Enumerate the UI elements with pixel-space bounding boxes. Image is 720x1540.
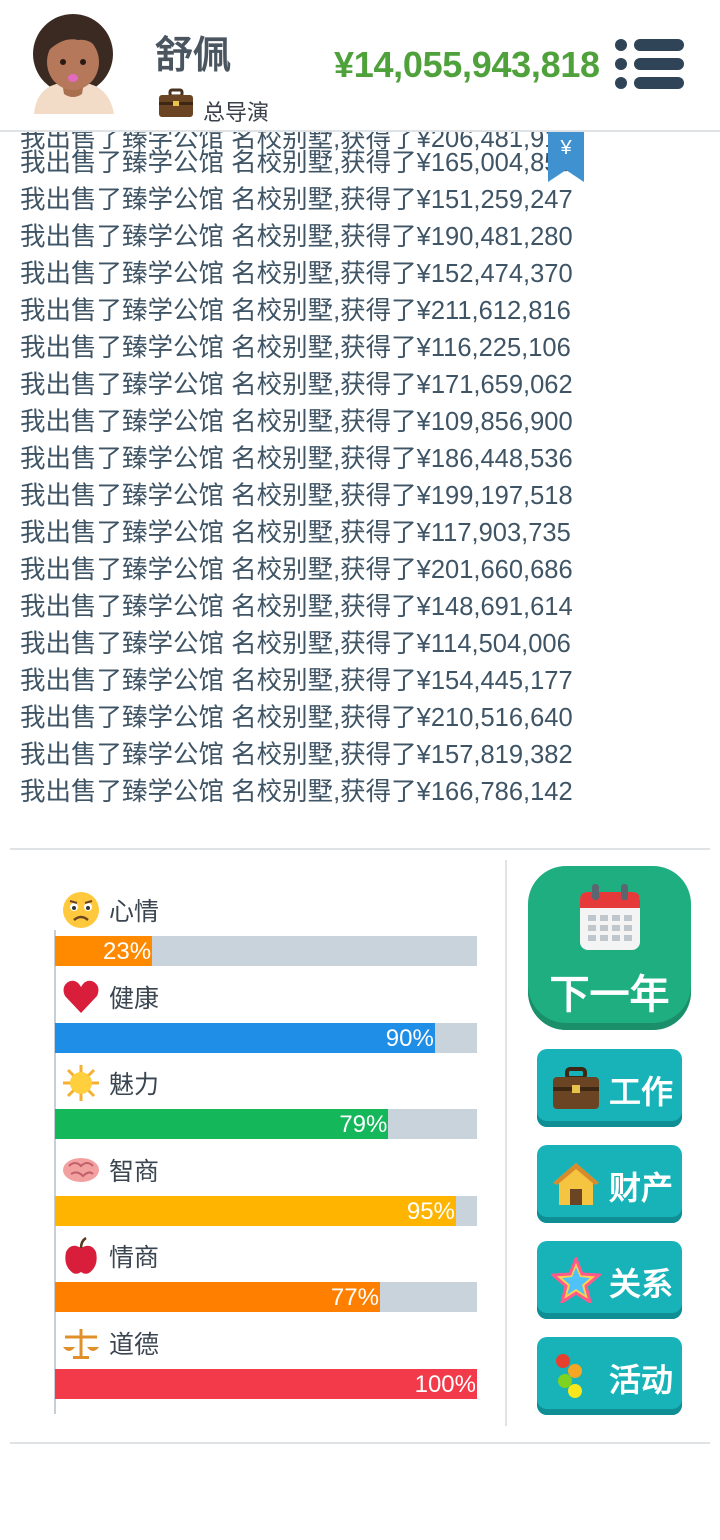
stat-bar-fill: 23% <box>55 936 153 966</box>
work-label: 工作 <box>609 1074 674 1110</box>
activities-label: 活动 <box>609 1362 674 1398</box>
divider <box>10 848 710 850</box>
stat-bar-track: 77% <box>55 1282 477 1312</box>
log-line: 我出售了臻学公馆 名校别墅,获得了¥201,660,686 <box>20 556 573 584</box>
log-line: 我出售了臻学公馆 名校别墅,获得了¥154,445,177 <box>20 667 573 695</box>
stat-bar-track: 100% <box>55 1369 477 1399</box>
stat-label: 道德 <box>109 1331 160 1359</box>
event-log[interactable]: 我出售了臻学公馆 名校别墅,获得了¥206,481,918 我出售了臻学公馆 名… <box>0 132 720 812</box>
brain-icon <box>63 1158 99 1182</box>
stat-value: 100% <box>414 1371 476 1398</box>
stat-bar-track: 23% <box>55 936 477 966</box>
stat-header: 道德 <box>61 1323 159 1363</box>
log-line: 我出售了臻学公馆 名校别墅,获得了¥190,481,280 <box>20 223 573 251</box>
stat-value: 95% <box>406 1198 455 1225</box>
stat-eq: 情商 77% <box>55 1236 477 1320</box>
stat-bar-fill: 100% <box>55 1369 477 1399</box>
stat-charm: 魅力 79% <box>55 1063 477 1147</box>
top-header: 舒佩 总导演 ¥14,055,943,818 <box>0 0 720 132</box>
stat-value: 79% <box>339 1111 388 1138</box>
log-line: 我出售了臻学公馆 名校别墅,获得了¥199,197,518 <box>20 482 573 510</box>
worried-face-icon <box>63 892 99 928</box>
relations-label: 关系 <box>609 1266 674 1302</box>
activities-button[interactable]: 活动 <box>537 1337 682 1415</box>
stat-label: 智商 <box>109 1158 160 1186</box>
log-line: 我出售了臻学公馆 名校别墅,获得了¥109,856,900 <box>20 408 573 436</box>
stat-header: 智商 <box>61 1150 159 1190</box>
stat-header: 魅力 <box>61 1063 159 1103</box>
stat-morality: 道德 100% <box>55 1323 477 1407</box>
stat-bar-fill: 90% <box>55 1023 435 1053</box>
activity-dots-icon <box>556 1354 582 1398</box>
work-button[interactable]: 工作 <box>537 1049 682 1127</box>
stat-mood: 心情 23% <box>55 890 477 974</box>
stat-label: 情商 <box>109 1244 160 1272</box>
bookmark-symbol: ¥ <box>559 137 572 159</box>
log-line: 我出售了臻学公馆 名校别墅,获得了¥116,225,106 <box>20 334 571 362</box>
house-icon <box>553 1163 599 1205</box>
briefcase-icon <box>159 88 193 117</box>
player-name: 舒佩 <box>155 35 232 77</box>
stat-header: 健康 <box>61 977 159 1017</box>
log-line: 我出售了臻学公馆 名校别墅,获得了¥148,691,614 <box>20 593 573 621</box>
stat-bar-track: 79% <box>55 1109 477 1139</box>
apple-icon <box>65 1236 97 1274</box>
stat-value: 23% <box>103 938 152 965</box>
stat-bar-track: 95% <box>55 1196 477 1226</box>
log-line: 我出售了臻学公馆 名校别墅,获得了¥210,516,640 <box>20 704 573 732</box>
log-line: 我出售了臻学公馆 名校别墅,获得了¥166,786,142 <box>20 778 573 806</box>
stat-value: 90% <box>385 1025 434 1052</box>
divider <box>10 1442 710 1444</box>
job-title: 总导演 <box>203 100 270 125</box>
stat-iq: 智商 95% <box>55 1150 477 1234</box>
stat-health: 健康 90% <box>55 977 477 1061</box>
stat-bar-track: 90% <box>55 1023 477 1053</box>
stat-bar-fill: 95% <box>55 1196 456 1226</box>
scales-icon <box>63 1329 99 1359</box>
log-line: 我出售了臻学公馆 名校别墅,获得了¥152,474,370 <box>20 260 573 288</box>
log-line: 我出售了臻学公馆 名校别墅,获得了¥151,259,247 <box>20 186 573 214</box>
log-line: 我出售了臻学公馆 名校别墅,获得了¥211,612,816 <box>20 297 571 325</box>
stat-label: 健康 <box>109 985 160 1013</box>
log-line: 我出售了臻学公馆 名校别墅,获得了¥117,903,735 <box>20 519 571 547</box>
sun-icon <box>63 1065 99 1101</box>
stat-header: 心情 <box>61 890 159 930</box>
log-line: 我出售了臻学公馆 名校别墅,获得了¥186,448,536 <box>20 445 573 473</box>
stat-bar-fill: 79% <box>55 1109 389 1139</box>
heart-icon <box>63 980 99 1013</box>
stat-header: 情商 <box>61 1236 159 1276</box>
briefcase-icon <box>553 1067 599 1109</box>
panel-separator <box>505 860 507 1426</box>
log-line: 我出售了臻学公馆 名校别墅,获得了¥165,004,859 <box>20 149 573 177</box>
relations-button[interactable]: 关系 <box>537 1241 682 1319</box>
money-balance: ¥14,055,943,818 <box>334 44 600 85</box>
stat-label: 心情 <box>109 898 160 926</box>
property-label: 财产 <box>609 1170 674 1206</box>
calendar-icon <box>580 884 640 950</box>
log-line: 我出售了臻学公馆 名校别墅,获得了¥114,504,006 <box>20 630 571 658</box>
property-button[interactable]: 财产 <box>537 1145 682 1223</box>
log-line: 我出售了臻学公馆 名校别墅,获得了¥171,659,062 <box>20 371 573 399</box>
stat-bar-fill: 77% <box>55 1282 380 1312</box>
next-year-button[interactable]: 下一年 <box>528 866 691 1030</box>
stat-label: 魅力 <box>109 1071 160 1099</box>
money-bookmark-icon[interactable]: ¥ <box>548 132 584 184</box>
log-line: 我出售了臻学公馆 名校别墅,获得了¥157,819,382 <box>20 741 573 769</box>
menu-icon[interactable] <box>612 36 686 92</box>
avatar[interactable] <box>26 10 120 114</box>
stat-value: 77% <box>330 1284 379 1311</box>
star-icon <box>551 1257 601 1303</box>
next-year-label: 下一年 <box>549 973 670 1017</box>
